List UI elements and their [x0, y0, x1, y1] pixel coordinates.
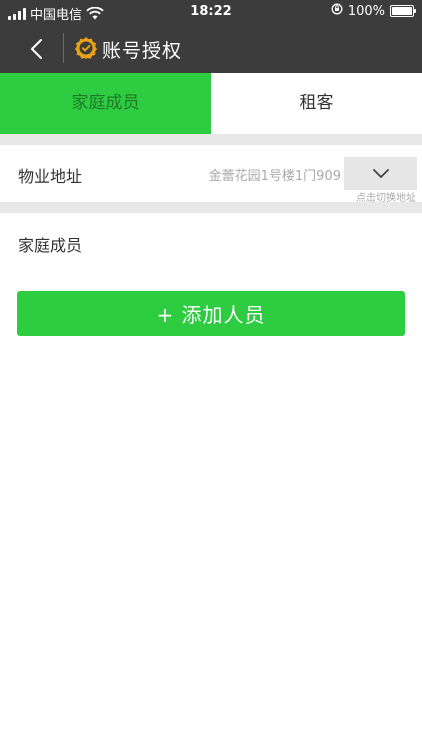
- battery-icon: [390, 5, 416, 17]
- add-member-button[interactable]: + 添加人员: [17, 291, 405, 336]
- members-section-title: 家庭成员: [18, 236, 83, 255]
- address-value: 金蕾花园1号楼1门909: [208, 169, 341, 184]
- address-label: 物业地址: [18, 167, 83, 186]
- property-address-row: 物业地址 金蕾花园1号楼1门909 点击切换地址: [0, 145, 422, 204]
- nav-bar: 账号授权: [0, 24, 422, 73]
- battery-fill: [392, 7, 412, 15]
- nav-divider: [63, 33, 64, 63]
- status-right: 100%: [331, 3, 416, 19]
- page-title: 账号授权: [102, 40, 183, 62]
- tab-family-members[interactable]: 家庭成员: [0, 73, 211, 134]
- switch-address-button[interactable]: [344, 157, 417, 190]
- back-button[interactable]: [22, 34, 52, 64]
- tab-tenants[interactable]: 租客: [211, 73, 422, 134]
- chevron-down-icon: [372, 168, 389, 178]
- verified-badge-icon: [74, 36, 98, 64]
- battery-percent: 100%: [347, 3, 385, 19]
- section-divider: [0, 134, 422, 145]
- tab-bar: 家庭成员 租客: [0, 73, 422, 134]
- orientation-lock-icon: [331, 3, 343, 19]
- section-divider: [0, 202, 422, 213]
- chevron-left-icon: [31, 39, 42, 59]
- status-bar: 中国电信 18:22 100%: [0, 0, 422, 24]
